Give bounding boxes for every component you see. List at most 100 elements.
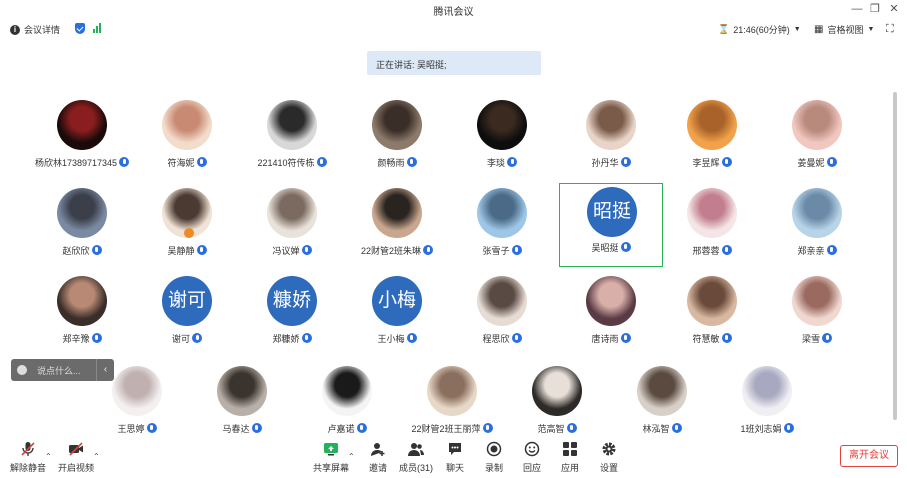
timer-dropdown[interactable]: ⌛ 21:46(60分钟) ▼ (718, 23, 801, 36)
meeting-details-button[interactable]: i 会议详情 (10, 23, 60, 36)
participant-tile[interactable]: 郑辛豫 (30, 271, 134, 355)
gear-icon (601, 441, 617, 457)
participant-tile[interactable]: 林泓智 (610, 361, 714, 445)
participant-tile[interactable]: 颜畅雨 (345, 95, 449, 179)
participant-tile[interactable]: 赵欣欣 (30, 183, 134, 267)
members-button[interactable]: 成员(31) (396, 441, 436, 474)
participant-tile[interactable]: 糠娇 郑糠娇 (240, 271, 344, 355)
participant-tile[interactable]: 221410符传栋 (240, 95, 344, 179)
participant-name: 张雪子 (440, 244, 564, 257)
apps-button[interactable]: 应用 (550, 441, 590, 474)
fullscreen-button[interactable]: ⛶ (886, 23, 894, 36)
participant-tile[interactable]: 卢嘉诺 (295, 361, 399, 445)
participant-name-text: 姜曼妮 (797, 158, 825, 168)
participant-tile[interactable]: 姜曼妮 (765, 95, 869, 179)
participant-avatar (687, 276, 737, 326)
participant-tile[interactable]: 范高智 (505, 361, 609, 445)
chevron-up-icon[interactable]: ⌃ (348, 452, 355, 461)
participant-avatar (586, 276, 636, 326)
participant-name-text: 赵欣欣 (62, 246, 90, 256)
participant-avatar (322, 366, 372, 416)
participant-name-text: 李昱辉 (692, 158, 720, 168)
share-screen-button[interactable]: 共享屏幕 (311, 441, 351, 474)
start-video-button[interactable]: 开启视频 (56, 441, 96, 474)
minimize-button[interactable]: — (848, 1, 866, 17)
participant-tile[interactable]: 梁雪 (765, 271, 869, 355)
participant-tile[interactable]: 马春达 (190, 361, 294, 445)
info-icon: i (10, 24, 20, 35)
participant-tile[interactable]: 吴静静 (135, 183, 239, 267)
participant-tile[interactable]: 22财管2班王丽萍 (400, 361, 504, 445)
settings-button[interactable]: 设置 (589, 441, 629, 474)
invite-button[interactable]: 邀请 (358, 441, 398, 474)
mic-icon (251, 423, 262, 433)
participant-name-text: 李琰 (486, 158, 505, 168)
participant-tile[interactable]: 唐诗雨 (559, 271, 663, 355)
participant-tile[interactable]: 程思欣 (450, 271, 554, 355)
restore-button[interactable]: ❐ (866, 1, 884, 17)
participant-name-text: 吴静静 (167, 246, 195, 256)
participant-avatar: 糠娇 (267, 276, 317, 326)
record-button[interactable]: 录制 (474, 441, 514, 474)
participant-tile[interactable]: 张雪子 (450, 183, 554, 267)
members-label: 成员(31) (398, 463, 433, 473)
reaction-button[interactable]: 回应 (512, 441, 552, 474)
participant-tile[interactable]: 郑亲亲 (765, 183, 869, 267)
participant-tile[interactable]: 孙丹华 (559, 95, 663, 179)
meeting-details-label: 会议详情 (24, 25, 61, 35)
participant-tile[interactable]: 冯议婵 (240, 183, 344, 267)
quick-chat-box[interactable]: 说点什么... ‹ (11, 359, 114, 381)
mic-icon (511, 245, 522, 255)
mic-icon (146, 423, 157, 433)
participant-tile[interactable]: 小梅 王小梅 (345, 271, 449, 355)
emoji-icon[interactable] (17, 365, 27, 375)
participant-tile[interactable]: 1班刘志娟 (715, 361, 819, 445)
participant-tile[interactable]: 符慧敏 (660, 271, 764, 355)
chat-input[interactable]: 说点什么... (37, 364, 96, 377)
mic-icon (406, 333, 417, 343)
chevron-up-icon[interactable]: ⌃ (93, 452, 100, 461)
participant-name: 1班刘志娟 (705, 422, 829, 435)
speaking-indicator: 正在讲话: 吴昭挺; (367, 51, 541, 75)
participant-name-text: 郑亲亲 (797, 246, 825, 256)
participant-name-text: 221410符传栋 (257, 158, 315, 168)
participant-name: 程思欣 (440, 332, 564, 345)
settings-label: 设置 (599, 463, 618, 473)
mic-icon (620, 157, 631, 167)
mic-icon (783, 423, 794, 433)
mic-icon (91, 333, 102, 343)
security-button[interactable] (75, 23, 85, 34)
participant-name-text: 符慧敏 (692, 334, 720, 344)
camera-off-icon (68, 441, 84, 457)
participant-name-text: 张雪子 (482, 246, 510, 256)
view-mode-dropdown[interactable]: ▦ 宫格视图 ▼ (814, 23, 874, 36)
participant-tile[interactable]: 谢可 谢可 (135, 271, 239, 355)
scrollbar[interactable] (893, 92, 897, 420)
network-status[interactable] (93, 23, 101, 33)
participant-tile[interactable]: 符海妮 (135, 95, 239, 179)
leave-meeting-button[interactable]: 离开会议 (840, 445, 898, 467)
participant-tile[interactable]: 李昱辉 (660, 95, 764, 179)
chevron-up-icon[interactable]: ⌃ (45, 452, 52, 461)
participant-tile[interactable]: 22财管2班朱琳 (345, 183, 449, 267)
participant-tile[interactable]: 昭挺 吴昭挺 (559, 183, 663, 267)
participant-tile[interactable]: 李琰 (450, 95, 554, 179)
participant-avatar (57, 276, 107, 326)
participant-tile[interactable]: 邢蓉蓉 (660, 183, 764, 267)
close-button[interactable]: ✕ (885, 1, 903, 17)
mic-icon (316, 157, 327, 167)
unmute-button[interactable]: 解除静音 (8, 441, 48, 474)
mic-icon (301, 245, 312, 255)
participant-avatar (586, 100, 636, 150)
participant-tile[interactable]: 杨欣林17389717345 (30, 95, 134, 179)
grid-view-icon: ▦ (814, 24, 824, 35)
hourglass-icon: ⌛ (718, 24, 730, 34)
participant-name-text: 颜畅雨 (377, 158, 405, 168)
collapse-chat-button[interactable]: ‹ (96, 359, 114, 381)
participant-avatar (742, 366, 792, 416)
participant-name-text: 邢蓉蓉 (692, 246, 720, 256)
mic-muted-icon (20, 441, 36, 457)
share-screen-icon (323, 441, 339, 457)
chat-button[interactable]: 聊天 (435, 441, 475, 474)
participant-name-text: 林泓智 (642, 424, 670, 434)
